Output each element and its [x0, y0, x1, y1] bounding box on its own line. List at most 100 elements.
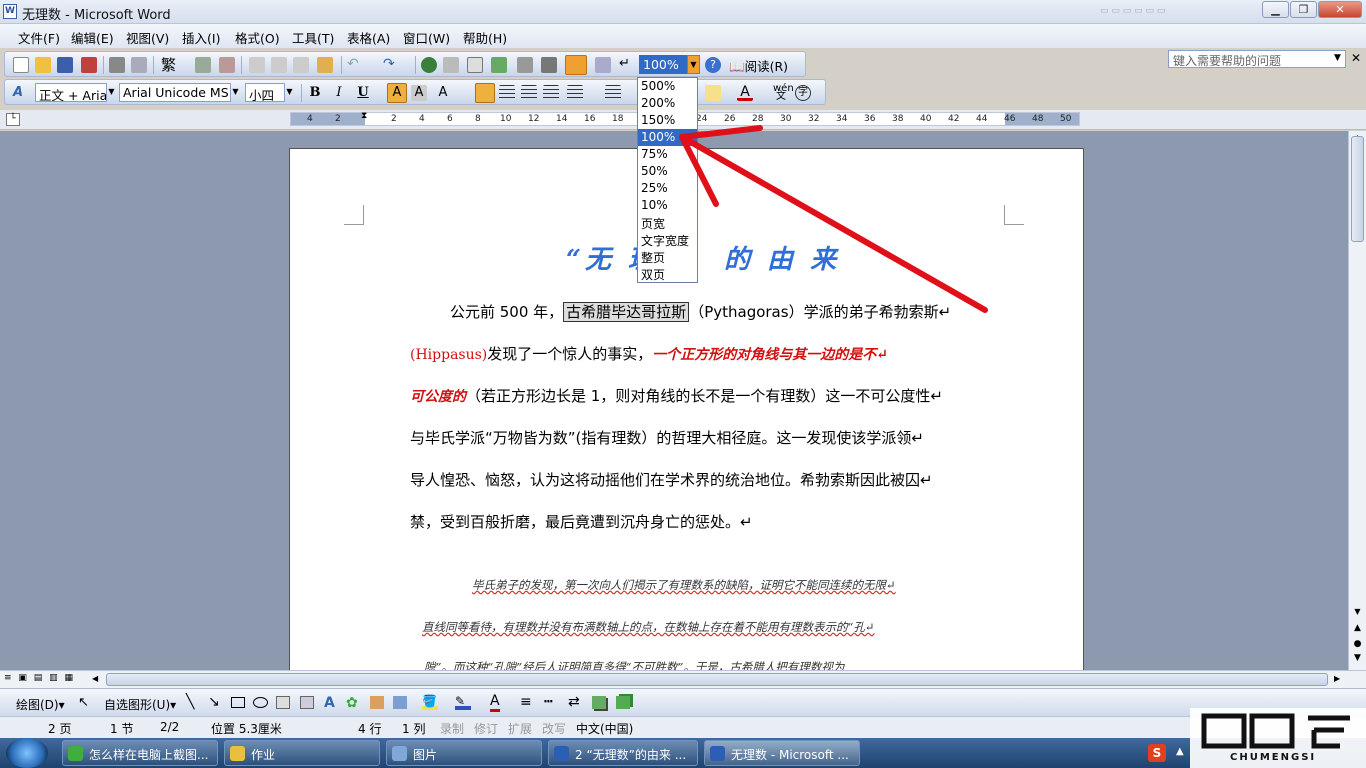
zoom-dropdown-arrow-icon[interactable]: ▼ — [687, 55, 700, 74]
insert-excel-icon[interactable] — [491, 57, 507, 73]
ime-icon[interactable]: S — [1148, 744, 1166, 762]
hyperlink-icon[interactable] — [421, 57, 437, 73]
picture-icon[interactable] — [393, 696, 407, 709]
char-shading-icon[interactable]: A — [411, 85, 427, 101]
select-objects-icon[interactable]: ↖ — [78, 695, 89, 710]
align-center-icon[interactable] — [499, 85, 515, 101]
shadow-icon[interactable] — [592, 696, 606, 709]
new-document-icon[interactable] — [13, 57, 29, 73]
scroll-right-icon[interactable]: ▶ — [1334, 674, 1340, 683]
menu-table[interactable]: 表格(A) — [347, 28, 390, 47]
underline-icon[interactable]: U — [355, 85, 371, 101]
diagram-icon[interactable]: ✿ — [346, 695, 358, 711]
status-record[interactable]: 录制 — [440, 720, 464, 737]
menu-file[interactable]: 文件(F) — [18, 28, 60, 47]
styles-pane-icon[interactable]: A — [13, 85, 29, 101]
menu-view[interactable]: 视图(V) — [126, 28, 169, 47]
taskbar-item-folder[interactable]: 作业 — [224, 740, 380, 766]
minimize-button[interactable]: ▁ — [1262, 1, 1289, 18]
prev-page-icon[interactable]: ▲ — [1350, 623, 1365, 633]
insert-table-icon[interactable] — [467, 57, 483, 73]
clipart-icon[interactable] — [370, 696, 384, 709]
scroll-left-icon[interactable]: ◀ — [92, 674, 98, 683]
scroll-down-icon[interactable]: ▼ — [1350, 607, 1365, 616]
vertical-scrollbar[interactable]: ▲ ▼ ▲ ● ▼ — [1348, 131, 1366, 670]
line-style-icon[interactable]: ≡ — [520, 694, 532, 710]
zoom-option-two-pages[interactable]: 双页 — [638, 265, 697, 282]
status-track[interactable]: 修订 — [474, 720, 498, 737]
highlight-icon[interactable] — [705, 85, 721, 101]
tray-expand-icon[interactable]: ▲ — [1176, 746, 1184, 757]
font-combo[interactable]: Arial Unicode MS — [119, 83, 231, 102]
char-border-icon[interactable]: A — [387, 83, 407, 103]
menu-format[interactable]: 格式(O) — [235, 28, 280, 47]
zoom-option-whole-page[interactable]: 整页 — [638, 248, 697, 265]
arrow-style-icon[interactable]: ⇄ — [568, 694, 580, 710]
taskbar-item-word-active[interactable]: 无理数 - Microsoft ... — [704, 740, 860, 766]
research-icon[interactable] — [219, 57, 235, 73]
next-page-icon[interactable]: ▼ — [1350, 653, 1365, 663]
read-button[interactable]: 📖阅读(R) — [729, 56, 788, 75]
italic-icon[interactable]: I — [331, 85, 347, 101]
autoshapes-button[interactable]: 自选图形(U)▾ — [104, 696, 176, 713]
permission-icon[interactable] — [81, 57, 97, 73]
line-color-icon[interactable]: ✎ — [455, 694, 471, 710]
zoom-option-50[interactable]: 50% — [638, 163, 697, 180]
menu-window[interactable]: 窗口(W) — [403, 28, 450, 47]
font-dropdown-icon[interactable]: ▼ — [229, 83, 242, 102]
zoom-combo[interactable]: 100% — [639, 55, 687, 74]
line-icon[interactable]: ╲ — [186, 694, 194, 710]
close-document-icon[interactable]: ✕ — [1351, 51, 1361, 65]
tab-selector-icon[interactable]: └ — [6, 113, 20, 126]
indent-marker-icon[interactable]: ⧗ — [361, 111, 367, 121]
distributed-icon[interactable] — [543, 85, 559, 101]
word-app-icon[interactable]: W — [3, 4, 17, 19]
align-right-icon[interactable] — [521, 85, 537, 101]
fill-color-icon[interactable]: 🪣 — [422, 694, 438, 710]
3d-icon[interactable] — [616, 696, 630, 709]
vertical-textbox-icon[interactable] — [300, 696, 314, 709]
font-size-dropdown-icon[interactable]: ▼ — [283, 83, 296, 102]
selected-text-box[interactable]: 古希腊毕达哥拉斯 — [563, 302, 690, 322]
numbering-icon[interactable] — [605, 85, 621, 101]
zoom-dropdown-list[interactable]: 500% 200% 150% 100% 75% 50% 25% 10% 页宽 文… — [637, 77, 698, 283]
help-search-input[interactable]: 键入需要帮助的问题 — [1168, 50, 1346, 68]
vertical-scroll-thumb[interactable] — [1351, 136, 1364, 242]
zoom-option-25[interactable]: 25% — [638, 180, 697, 197]
paste-icon[interactable] — [293, 57, 309, 73]
zoom-option-150[interactable]: 150% — [638, 112, 697, 129]
taskbar-item-browser[interactable]: 怎么样在电脑上截图... — [62, 740, 218, 766]
font-color-icon[interactable]: A — [737, 85, 753, 101]
columns-icon[interactable] — [517, 57, 533, 73]
wordart-icon[interactable]: A — [324, 695, 335, 711]
dash-style-icon[interactable]: ┅ — [544, 694, 552, 710]
browse-object-icon[interactable]: ● — [1350, 639, 1365, 649]
taskbar-item-doc2[interactable]: 2 “无理数”的由来 ... — [548, 740, 698, 766]
rectangle-icon[interactable] — [231, 697, 245, 708]
zoom-option-500[interactable]: 500% — [638, 78, 697, 95]
bold-icon[interactable]: B — [307, 85, 323, 101]
copy-icon[interactable] — [271, 57, 287, 73]
menu-tools[interactable]: 工具(T) — [292, 28, 334, 47]
document-map-icon[interactable] — [565, 55, 587, 75]
menu-help[interactable]: 帮助(H) — [463, 28, 507, 47]
status-extend[interactable]: 扩展 — [508, 720, 532, 737]
enclose-char-icon[interactable]: 字 — [795, 85, 811, 101]
show-hide-icon[interactable] — [595, 57, 611, 73]
print-preview-icon[interactable] — [131, 57, 147, 73]
line-spacing-icon[interactable] — [567, 85, 583, 101]
taskbar-item-pictures[interactable]: 图片 — [386, 740, 542, 766]
style-dropdown-icon[interactable]: ▼ — [105, 83, 118, 102]
zoom-option-10[interactable]: 10% — [638, 197, 697, 214]
drawing-icon[interactable] — [541, 57, 557, 73]
print-icon[interactable] — [109, 57, 125, 73]
help-dropdown-icon[interactable]: ▼ — [1334, 53, 1341, 63]
zoom-option-page-width[interactable]: 页宽 — [638, 214, 697, 231]
cut-icon[interactable] — [249, 57, 265, 73]
draw-menu-button[interactable]: 绘图(D)▾ — [16, 696, 65, 713]
undo-icon[interactable]: ↶ — [347, 57, 363, 73]
maximize-button[interactable]: ❐ — [1290, 1, 1317, 18]
help-icon[interactable]: ? — [705, 57, 721, 73]
horizontal-scrollbar[interactable]: ≡ ▣ ▤ ▥ ▦ ◀ ▶ — [0, 670, 1366, 688]
start-button[interactable] — [6, 738, 48, 768]
